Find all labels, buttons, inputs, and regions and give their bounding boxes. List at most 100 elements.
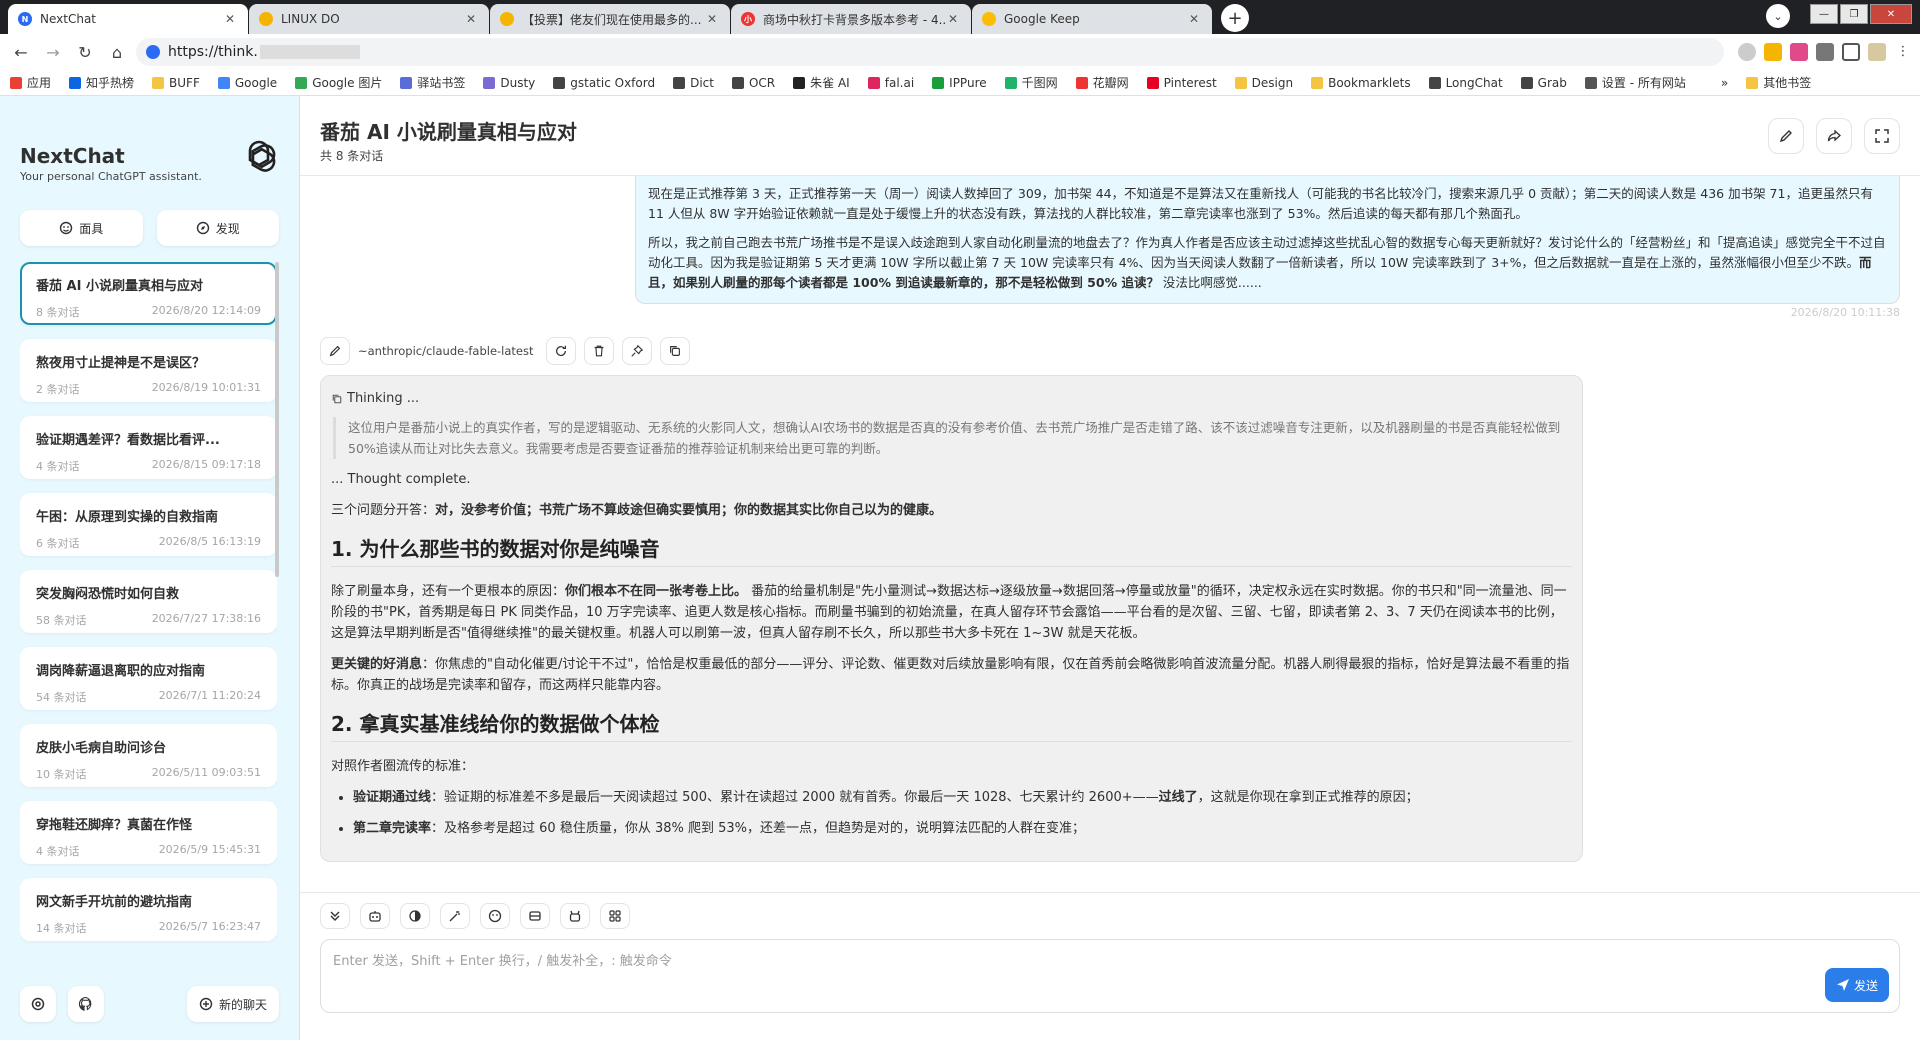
home-icon[interactable]: ⌂	[104, 39, 130, 65]
model-switch-button[interactable]	[560, 903, 590, 929]
github-button[interactable]	[68, 986, 104, 1022]
bookmark-item[interactable]: 知乎热榜	[69, 74, 134, 91]
prompt-button[interactable]	[440, 903, 470, 929]
grid-icon	[608, 909, 622, 923]
share-button[interactable]	[1816, 118, 1852, 154]
model-settings-button[interactable]	[360, 903, 390, 929]
new-chat-button[interactable]: 新的聊天	[186, 986, 279, 1022]
copy-button[interactable]	[659, 337, 690, 365]
chat-item[interactable]: 皮肤小毛病自助问诊台 10 条对话 2026/5/11 09:03:51	[20, 724, 277, 787]
discover-button[interactable]: 发现	[156, 210, 279, 246]
browser-tab-nextchat[interactable]: N NextChat ✕	[8, 4, 248, 34]
bookmark-item[interactable]: Google	[217, 76, 277, 90]
chat-item[interactable]: 调岗降薪逼退离职的应对指南 54 条对话 2026/7/1 11:20:24	[20, 647, 277, 710]
browser-tab-vote[interactable]: 【投票】佬友们现在使用最多的... ✕	[490, 4, 730, 34]
browser-tab-linuxdo[interactable]: LINUX DO ✕	[249, 4, 489, 34]
bookmark-item[interactable]: Design	[1234, 76, 1293, 90]
compass-icon	[196, 221, 210, 235]
thinking-header[interactable]: Thinking ...	[331, 388, 1572, 409]
puzzle-icon[interactable]	[1816, 43, 1834, 61]
bookmark-item[interactable]: LongChat	[1428, 76, 1503, 90]
theme-button[interactable]	[400, 903, 430, 929]
browser-tab-keep[interactable]: Google Keep ✕	[972, 4, 1212, 34]
new-chat-label: 新的聊天	[218, 997, 267, 1012]
bookmark-item[interactable]: 花瓣网	[1075, 74, 1129, 91]
pin-button[interactable]	[621, 337, 652, 365]
bookmark-favicon-icon	[673, 76, 686, 89]
browser-tab-mall[interactable]: 小 商场中秋打卡背景多版本参考 - 4... ✕	[731, 4, 971, 34]
address-bar[interactable]: https://think.	[136, 38, 1724, 66]
edit-message-button[interactable]	[320, 337, 350, 365]
bookmark-item[interactable]: 千图网	[1004, 74, 1058, 91]
list-item: 第二章完读率：及格参考是超过 60 稳住质量，你从 38% 爬到 53%，还差一…	[353, 818, 1572, 839]
extension-icon[interactable]	[1764, 43, 1782, 61]
close-window-icon[interactable]: ✕	[1870, 4, 1912, 24]
retry-button[interactable]	[545, 337, 576, 365]
bookmark-item[interactable]: Dict	[673, 76, 714, 90]
chat-title[interactable]: 番茄 AI 小说刷量真相与应对	[320, 116, 1900, 145]
settings-button[interactable]	[20, 986, 56, 1022]
bookmark-item[interactable]: 其他书签	[1746, 74, 1811, 91]
fullscreen-button[interactable]	[1864, 118, 1900, 154]
kebab-menu-icon[interactable]: ⋮	[1894, 43, 1912, 61]
bookmark-item[interactable]: fal.ai	[867, 76, 914, 90]
extension-icon[interactable]	[1790, 43, 1808, 61]
sidebar-scrollbar[interactable]	[275, 262, 279, 577]
chat-item[interactable]: 穿拖鞋还脚痒？真菌在作怪 4 条对话 2026/5/9 15:45:31	[20, 801, 277, 864]
reload-icon[interactable]: ↻	[72, 39, 98, 65]
bookmark-item[interactable]: Dusty	[483, 76, 535, 90]
sidepanel-icon[interactable]	[1842, 43, 1860, 61]
bookmark-item[interactable]: Grab	[1520, 76, 1567, 90]
forward-arrow-icon[interactable]: →	[40, 39, 66, 65]
rename-button[interactable]	[1768, 118, 1804, 154]
chat-item[interactable]: 午困：从原理到实操的自救指南 6 条对话 2026/8/5 16:13:19	[20, 493, 277, 556]
text-span: 除了刷量本身，还有一个更根本的原因：	[331, 584, 566, 599]
delete-button[interactable]	[583, 337, 614, 365]
chat-input[interactable]: Enter 发送，Shift + Enter 换行，/ 触发补全，: 触发命令 …	[320, 939, 1900, 1013]
text-span: ，这就是你现在拿到正式推荐的原因；	[1197, 790, 1419, 805]
scroll-to-bottom-button[interactable]	[320, 903, 350, 929]
bookmark-item[interactable]: 驿站书签	[400, 74, 465, 91]
chat-item[interactable]: 验证期遇差评？看数据比看评... 4 条对话 2026/8/15 09:17:18	[20, 416, 277, 479]
avatar[interactable]	[1868, 43, 1886, 61]
message-list[interactable]: 现在是正式推荐第 3 天，正式推荐第一天（周一）阅读人数掉回了 309，加书架 …	[300, 176, 1920, 892]
back-arrow-icon[interactable]: ←	[8, 39, 34, 65]
bookmark-item[interactable]: gstatic Oxford	[553, 76, 655, 90]
bookmark-item[interactable]: OCR	[731, 76, 775, 90]
close-tab-icon[interactable]: ✕	[1186, 12, 1202, 26]
close-tab-icon[interactable]: ✕	[945, 12, 961, 26]
chat-item[interactable]: 突发胸闷恐慌时如何自救 58 条对话 2026/7/27 17:38:16	[20, 570, 277, 633]
close-tab-icon[interactable]: ✕	[704, 12, 720, 26]
bookmark-item[interactable]: 应用	[10, 74, 51, 91]
tab-title: LINUX DO	[281, 12, 340, 26]
bookmark-item[interactable]: 朱雀 AI	[793, 74, 850, 91]
message-date: 2026/8/20 10:11:38	[1790, 306, 1900, 319]
site-info-icon[interactable]	[146, 45, 160, 59]
new-tab-button[interactable]: +	[1221, 4, 1249, 32]
chat-item-count: 2 条对话	[36, 383, 80, 396]
bookmark-item[interactable]: »	[1704, 76, 1728, 90]
bookmark-item[interactable]: Google 图片	[295, 74, 382, 91]
bookmark-item[interactable]: BUFF	[152, 76, 200, 90]
mask-button[interactable]: 面具	[20, 210, 143, 246]
bot-icon	[568, 909, 582, 923]
extension-icon[interactable]	[1738, 43, 1756, 61]
close-tab-icon[interactable]: ✕	[463, 12, 479, 26]
minimize-icon[interactable]: —	[1810, 4, 1838, 24]
thought-complete: ... Thought complete.	[331, 472, 471, 487]
bookmark-item[interactable]: Bookmarklets	[1311, 76, 1411, 90]
chat-item[interactable]: 熬夜用寸止提神是不是误区？ 2 条对话 2026/8/19 10:01:31	[20, 339, 277, 402]
send-button[interactable]: 发送	[1825, 968, 1889, 1002]
bookmark-item[interactable]: IPPure	[932, 76, 987, 90]
clear-context-button[interactable]	[520, 903, 550, 929]
mask-select-button[interactable]	[480, 903, 510, 929]
chat-item[interactable]: 番茄 AI 小说刷量真相与应对 8 条对话 2026/8/20 12:14:09	[20, 262, 277, 325]
chat-item-title: 验证期遇差评？看数据比看评...	[36, 433, 220, 448]
close-tab-icon[interactable]: ✕	[222, 12, 238, 26]
bookmark-item[interactable]: 设置 - 所有网站	[1584, 74, 1686, 91]
bookmark-item[interactable]: Pinterest	[1146, 76, 1217, 90]
plugins-button[interactable]	[600, 903, 630, 929]
chat-item[interactable]: 网文新手开坑前的避坑指南 14 条对话 2026/5/7 16:23:47	[20, 878, 277, 941]
maximize-icon[interactable]: ❐	[1840, 4, 1868, 24]
tab-search-chevron-icon[interactable]: ⌄	[1766, 4, 1790, 28]
